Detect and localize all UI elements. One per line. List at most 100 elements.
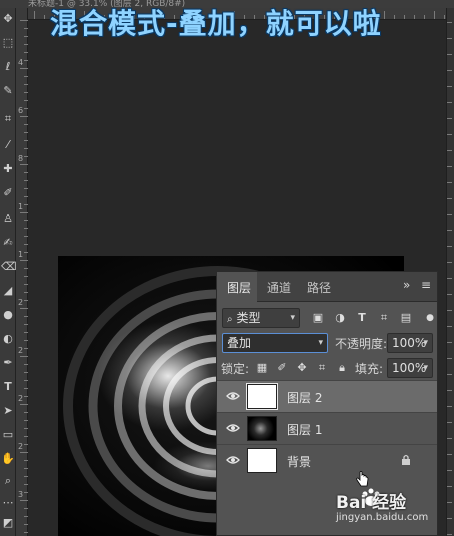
right-ruler-strip (446, 8, 454, 536)
ruler-tick (24, 268, 28, 269)
ruler-tick (447, 214, 452, 215)
ruler-tick (447, 518, 452, 519)
ruler-tick (447, 198, 452, 199)
ruler-tick (24, 132, 28, 133)
eye-icon[interactable] (226, 422, 240, 434)
lock-artboard-icon[interactable]: ⌗ (315, 361, 329, 375)
ruler-tick (24, 524, 28, 525)
clone-stamp-icon[interactable]: ♙ (1, 212, 15, 226)
ruler-tick (24, 204, 28, 205)
ruler-tick (24, 372, 28, 373)
ruler-tick (24, 84, 28, 85)
filter-adjustment-icon[interactable]: ◑ (333, 311, 347, 325)
ruler-tick (24, 420, 28, 421)
dodge-icon[interactable]: ◐ (1, 332, 15, 346)
ruler-tick (24, 284, 28, 285)
ruler-tick (447, 358, 452, 359)
filter-shape-icon[interactable]: ⌗ (377, 311, 391, 325)
lock-pixels-icon[interactable]: ✐ (275, 361, 289, 375)
tab-paths[interactable]: 路径 (307, 279, 331, 296)
lasso-icon[interactable]: ℓ (1, 60, 15, 74)
crop-icon[interactable]: ⌗ (1, 112, 15, 126)
quick-select-icon[interactable]: ✎ (1, 84, 15, 98)
ruler-tick (24, 172, 28, 173)
ruler-tick (24, 484, 28, 485)
filter-smart-object-icon[interactable]: ▤ (399, 311, 413, 325)
lock-position-icon[interactable]: ✥ (295, 361, 309, 375)
ruler-tick (24, 388, 28, 389)
tab-layers[interactable]: 图层 (227, 279, 251, 296)
rectangle-icon[interactable]: ▭ (1, 428, 15, 442)
blur-icon[interactable]: ● (1, 308, 15, 322)
ruler-tick (447, 310, 452, 311)
ruler-tick (24, 492, 28, 493)
hand-icon[interactable]: ✋ (1, 452, 15, 466)
ruler-tick (24, 460, 28, 461)
ruler-tick (384, 11, 385, 19)
ruler-tick (24, 244, 28, 245)
healing-brush-icon[interactable]: ✚ (1, 162, 15, 176)
layer-row-layer-2[interactable]: 图层 2 (217, 380, 437, 412)
ruler-tick (20, 20, 28, 21)
ruler-tick (447, 262, 452, 263)
color-swatches-icon[interactable]: ◩ (1, 516, 15, 530)
fill-input[interactable]: 100% ▾ (387, 358, 433, 378)
more-tools-icon[interactable]: ⋯ (1, 496, 15, 510)
ruler-tick (24, 76, 28, 77)
ruler-label: 3 (18, 490, 24, 499)
eye-icon[interactable] (226, 454, 240, 466)
ruler-tick (24, 436, 28, 437)
ruler-tick (24, 324, 28, 325)
pen-icon[interactable]: ✒ (1, 356, 15, 370)
ruler-tick (20, 260, 28, 261)
ruler-tick (404, 15, 405, 19)
layer-row-background[interactable]: 背景 (217, 444, 437, 476)
ruler-tick (447, 438, 452, 439)
vertical-ruler: 4 6 8 1 1 2 2 2 2 3 (16, 8, 28, 536)
panel-menu-icon[interactable]: ≡ (421, 278, 431, 292)
layer-row-layer-1[interactable]: 图层 1 (217, 412, 437, 444)
ruler-tick (447, 502, 452, 503)
filter-type-icon[interactable]: T (355, 311, 369, 325)
brush-icon[interactable]: ✐ (1, 186, 15, 200)
opacity-input[interactable]: 100% ▾ (387, 333, 433, 353)
blend-mode-select[interactable]: 叠加 ▾ (222, 333, 328, 353)
ruler-label: 6 (18, 106, 24, 115)
lock-all-icon[interactable]: 🔒︎ (335, 361, 349, 375)
ruler-tick (24, 44, 28, 45)
move-icon[interactable]: ✥ (1, 12, 15, 26)
ruler-tick (447, 54, 452, 55)
ruler-tick (24, 316, 28, 317)
eyedropper-icon[interactable]: ⁄ (1, 138, 15, 152)
ruler-tick (447, 246, 452, 247)
lock-transparency-icon[interactable]: ▦ (255, 361, 269, 375)
path-select-icon[interactable]: ➤ (1, 404, 15, 418)
eye-icon[interactable] (226, 390, 240, 402)
zoom-icon[interactable]: ⌕ (1, 474, 15, 488)
ruler-tick (447, 102, 452, 103)
chevron-down-icon: ▾ (423, 363, 428, 373)
type-icon[interactable]: T (1, 380, 15, 394)
history-brush-icon[interactable]: ✍ (1, 236, 15, 250)
marquee-icon[interactable]: ⬚ (1, 36, 15, 50)
ruler-tick (20, 212, 28, 213)
filter-toggle-icon[interactable]: ● (423, 311, 437, 325)
ruler-tick (447, 22, 452, 23)
fill-label: 填充: (355, 362, 384, 376)
ruler-tick (447, 70, 452, 71)
tab-channels[interactable]: 通道 (267, 279, 291, 296)
chevron-down-icon: ▾ (290, 313, 295, 323)
ruler-tick (24, 444, 28, 445)
ruler-tick (447, 294, 452, 295)
chevron-down-icon: ▾ (318, 338, 323, 348)
collapse-panel-icon[interactable]: » (403, 278, 410, 292)
ruler-label: 2 (18, 394, 24, 403)
gradient-icon[interactable]: ◢ (1, 284, 15, 298)
ruler-tick (24, 196, 28, 197)
eraser-icon[interactable]: ⌫ (1, 260, 17, 274)
layer-filter-select[interactable]: ⌕ 类型 ▾ (222, 308, 300, 328)
filter-pixel-icon[interactable]: ▣ (311, 311, 325, 325)
opacity-label: 不透明度: (335, 337, 388, 351)
ruler-tick (24, 140, 28, 141)
ruler-tick (414, 15, 415, 19)
